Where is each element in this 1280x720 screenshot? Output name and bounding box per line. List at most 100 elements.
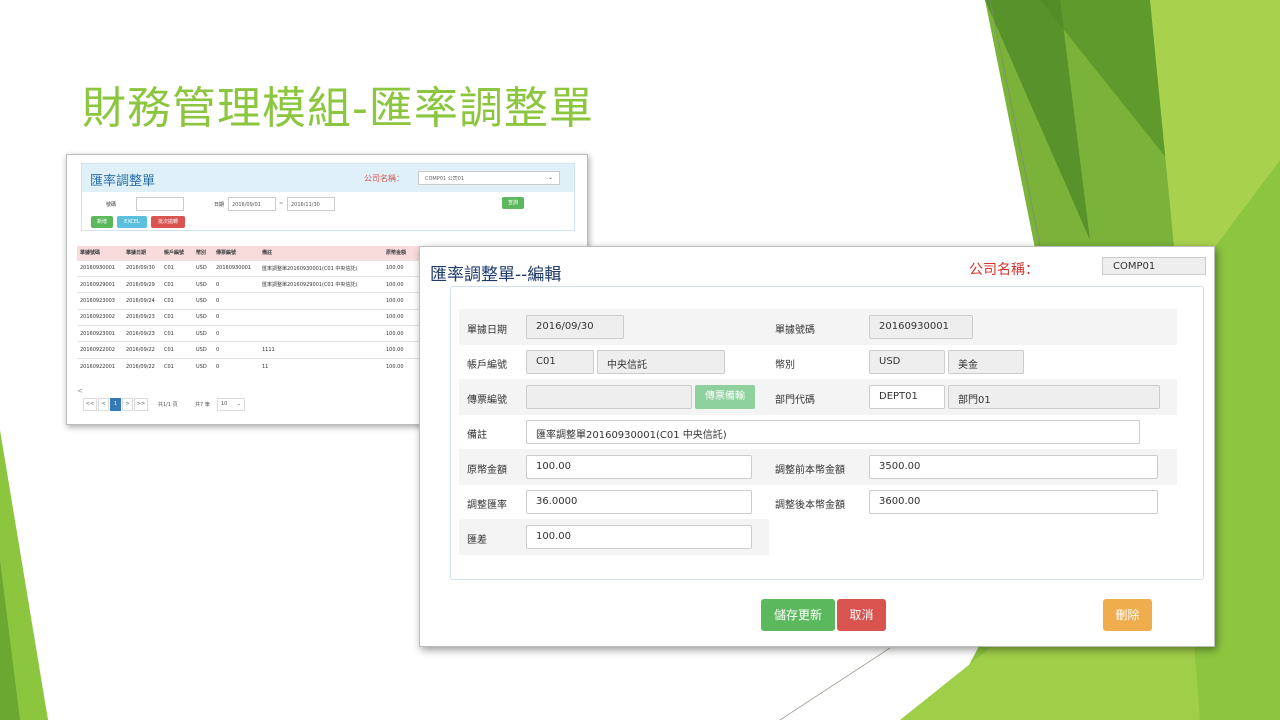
batch-transfer-button[interactable]: 批次拋轉 <box>151 216 185 228</box>
list-company-select-value: COMP01 公司01 <box>425 176 465 182</box>
doc-no-filter-input[interactable] <box>136 197 184 211</box>
table-cell: USD <box>193 259 213 277</box>
currency-name-field: 美金 <box>948 350 1024 374</box>
save-button[interactable]: 儲存更新 <box>761 599 835 631</box>
doc-no-filter-label: 號碼 <box>106 202 117 208</box>
edit-company-label: 公司名稱： <box>969 262 1039 278</box>
table-cell: 0 <box>213 325 259 342</box>
edit-view-screenshot: 匯率調整單--編輯 公司名稱： COMP01 單據日期 2016/09/30 單… <box>419 246 1215 647</box>
table-cell: 2016/09/22 <box>123 341 161 359</box>
column-header[interactable]: 帳戶編號 <box>161 246 193 260</box>
adj-rate-label: 調整匯率 <box>467 500 507 511</box>
table-cell: 2016/09/23 <box>123 325 161 342</box>
fx-diff-input[interactable]: 100.00 <box>526 525 752 549</box>
table-cell: 20160930001 <box>213 259 259 277</box>
date-filter-label: 日期 <box>214 202 225 208</box>
date-separator: ~ <box>279 201 284 207</box>
page-1-button[interactable]: 1 <box>110 398 121 411</box>
doc-no-field: 20160930001 <box>869 315 973 339</box>
table-cell: 1111 <box>259 341 383 359</box>
form-row: 調整匯率 36.0000 調整後本幣金額 3600.00 <box>459 484 1177 520</box>
table-cell: 0 <box>213 357 259 375</box>
adj-rate-input[interactable]: 36.0000 <box>526 490 752 514</box>
column-header[interactable]: 單據號碼 <box>77 246 123 260</box>
add-button[interactable]: 新增 <box>91 216 113 228</box>
prev-page-button[interactable]: < <box>98 398 109 411</box>
dept-name-field: 部門01 <box>948 385 1160 409</box>
orig-amount-label: 原幣金額 <box>467 465 507 476</box>
table-cell: 11 <box>259 357 383 375</box>
cancel-button[interactable]: 取消 <box>837 599 886 631</box>
table-cell: USD <box>193 275 213 293</box>
table-cell: 20160922001 <box>77 357 123 375</box>
table-cell: 20160923003 <box>77 292 123 310</box>
last-page-button[interactable]: >> <box>134 398 148 411</box>
dept-code-input[interactable]: DEPT01 <box>869 385 945 409</box>
scroll-left-arrow[interactable]: < <box>77 387 83 395</box>
table-cell: USD <box>193 325 213 342</box>
table-cell <box>259 308 383 326</box>
column-header[interactable]: 幣別 <box>193 246 213 260</box>
doc-date-field: 2016/09/30 <box>526 315 624 339</box>
post-adj-amount-label: 調整後本幣金額 <box>775 500 845 511</box>
date-to-input[interactable]: 2016/11/30 <box>287 197 335 211</box>
next-page-button[interactable]: > <box>122 398 133 411</box>
excel-button[interactable]: EXCEL <box>117 216 147 228</box>
table-cell: C01 <box>161 275 193 293</box>
doc-date-label: 單據日期 <box>467 325 507 336</box>
table-cell: C01 <box>161 308 193 326</box>
search-button[interactable]: 查詢 <box>502 197 524 209</box>
table-cell: 2016/09/29 <box>123 275 161 293</box>
chevron-down-icon: ⌄ <box>236 401 241 407</box>
form-row: 備註 匯率調整單20160930001(C01 中央信託) <box>459 414 1177 450</box>
page-size-select[interactable]: 10 ⌄ <box>217 398 245 411</box>
first-page-button[interactable]: << <box>83 398 97 411</box>
edit-page-title: 匯率調整單--編輯 <box>430 265 562 285</box>
table-cell: C01 <box>161 259 193 277</box>
account-name-field: 中央信託 <box>597 350 725 374</box>
table-cell <box>259 292 383 310</box>
form-row: 帳戶編號 C01 中央信託 幣別 USD 美金 <box>459 344 1177 380</box>
page-info: 共1/1 頁 <box>158 402 178 408</box>
form-row: 原幣金額 100.00 調整前本幣金額 3500.00 <box>459 449 1177 485</box>
column-header[interactable]: 傳票編號 <box>213 246 259 260</box>
table-cell: C01 <box>161 341 193 359</box>
table-cell: C01 <box>161 292 193 310</box>
form-row: 傳票編號 傳票備輸 部門代碼 DEPT01 部門01 <box>459 379 1177 415</box>
table-cell: USD <box>193 357 213 375</box>
form-row: 匯差 100.00 <box>459 519 769 555</box>
column-header[interactable]: 備註 <box>259 246 383 260</box>
slide-title: 財務管理模組-匯率調整單 <box>82 83 594 134</box>
delete-button[interactable]: 刪除 <box>1103 599 1152 631</box>
list-company-label: 公司名稱： <box>364 174 404 183</box>
account-code-field: C01 <box>526 350 594 374</box>
table-cell: 匯率調整單20160930001(C01 中央信託) <box>259 259 383 277</box>
note-input[interactable]: 匯率調整單20160930001(C01 中央信託) <box>526 420 1140 444</box>
orig-amount-input[interactable]: 100.00 <box>526 455 752 479</box>
list-company-select[interactable]: COMP01 公司01 ⌄ <box>418 171 560 185</box>
table-cell: 0 <box>213 292 259 310</box>
column-header[interactable]: 單據日期 <box>123 246 161 260</box>
date-from-input[interactable]: 2016/09/01 <box>228 197 276 211</box>
voucher-no-field <box>526 385 692 409</box>
edit-company-field: COMP01 <box>1102 257 1206 275</box>
voucher-label: 傳票編號 <box>467 395 507 406</box>
table-cell: 0 <box>213 275 259 293</box>
table-cell: 20160923002 <box>77 308 123 326</box>
table-cell <box>259 325 383 342</box>
list-page-title: 匯率調整單 <box>90 174 156 189</box>
table-cell: C01 <box>161 357 193 375</box>
currency-label: 幣別 <box>775 360 795 371</box>
table-cell: C01 <box>161 325 193 342</box>
page-size-value: 10 <box>221 401 228 407</box>
table-cell: 20160923001 <box>77 325 123 342</box>
chevron-down-icon: ⌄ <box>547 174 553 181</box>
voucher-button[interactable]: 傳票備輸 <box>695 385 755 409</box>
post-adj-amount-input[interactable]: 3600.00 <box>869 490 1158 514</box>
table-cell: USD <box>193 341 213 359</box>
table-cell: 2016/09/24 <box>123 292 161 310</box>
table-cell: USD <box>193 292 213 310</box>
pre-adj-amount-input[interactable]: 3500.00 <box>869 455 1158 479</box>
table-cell: 2016/09/23 <box>123 308 161 326</box>
table-cell: 匯率調整單20160929001(C01 中央信託) <box>259 275 383 293</box>
